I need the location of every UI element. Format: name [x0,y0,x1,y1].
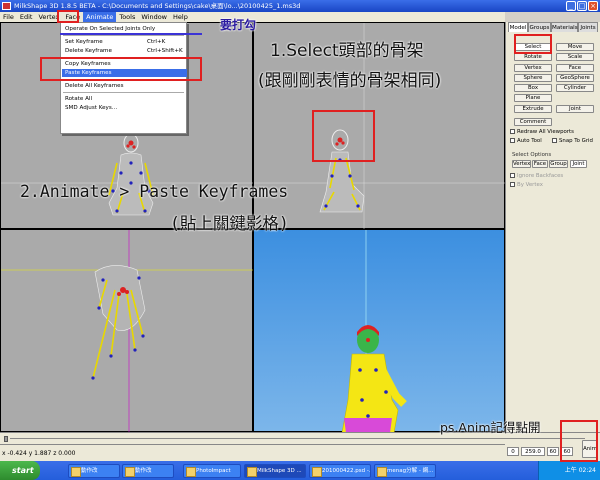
tool-panel: Model Groups Materials Joints Select Mov… [505,22,600,432]
menu-edit[interactable]: Edit [17,12,36,22]
select-mode-joint[interactable]: Joint [570,160,587,168]
clock: 上午 02:24 [564,467,596,474]
start-button[interactable]: start [0,461,40,480]
annotation-step1-note: (跟剛剛表情的骨架相同) [258,71,442,91]
checkbox-box-icon [510,182,515,187]
select-mode-group[interactable]: Group [549,160,568,168]
menu-separator [63,57,184,58]
animate-menu-dropdown: Operate On Selected Joints Only Set Keyf… [60,22,187,134]
move-tool-button[interactable]: Move [556,43,594,51]
frame-start-field[interactable]: 0 [507,447,519,456]
joint-tool-button[interactable]: Joint [556,105,594,113]
checkbox-box-icon [552,138,557,143]
menu-face[interactable]: Face [62,12,83,22]
snap-to-grid-checkbox[interactable]: Snap To Grid [552,137,593,145]
top-model-wireframe [1,230,254,433]
menu-item-delete-keyframe[interactable]: Delete Keyframe Ctrl+Shift+K [65,47,184,55]
scale-tool-button[interactable]: Scale [556,53,594,61]
anim-toggle-button[interactable]: Anim [582,440,598,458]
menu-separator [63,79,184,80]
cylinder-tool-button[interactable]: Cylinder [556,84,594,92]
menu-item-copy-keyframes[interactable]: Copy Keyframes [65,60,184,68]
window-title: MilkShape 3D 1.8.5 BETA - C:\Documents a… [14,2,301,10]
box-tool-button[interactable]: Box [514,84,552,92]
by-vertex-checkbox[interactable]: By Vertex [510,181,543,189]
menu-item-paste-keyframes[interactable]: Paste Keyframes [62,69,187,77]
geosphere-tool-button[interactable]: GeoSphere [556,74,594,82]
rotate-tool-button[interactable]: Rotate [514,53,552,61]
close-button[interactable]: × [588,1,598,11]
menu-help[interactable]: Help [170,12,191,22]
viewport-top[interactable] [0,229,254,433]
face-tool-button[interactable]: Face [556,64,594,72]
minimize-button[interactable]: _ [566,1,576,11]
taskbar-item[interactable]: menag分解 - 網... [374,464,436,478]
viewport-3d[interactable] [253,229,505,434]
extrude-tool-button[interactable]: Extrude [514,105,552,113]
annotation-need-check: 要打勾 [220,18,257,32]
system-tray: 上午 02:24 [538,461,600,480]
menu-item-rotate-all[interactable]: Rotate All [65,95,184,103]
menu-item-smd-adjust-keys[interactable]: SMD Adjust Keys... [65,104,184,112]
timeline-track [10,438,585,439]
select-options-label: Select Options [512,152,552,158]
status-bar: x -0.424 y 1.887 z 0.000 [0,444,505,461]
tab-model[interactable]: Model [508,22,528,32]
annotation-step1-title: 1.Select頭部的骨架 [270,41,424,61]
menu-window[interactable]: Window [138,12,170,22]
taskbar-item[interactable]: PhotoImpact [183,464,241,478]
annotation-ps-note: ps.Anim記得點開 [440,420,541,435]
maximize-button[interactable]: □ [577,1,587,11]
auto-tool-checkbox[interactable]: Auto Tool [510,137,542,145]
timeline-slider-handle[interactable] [4,436,8,442]
menu-item-operate-selected-joints[interactable]: Operate On Selected Joints Only [65,25,184,33]
taskbar-item[interactable]: 動作改 [122,464,174,478]
menu-vertex[interactable]: Vertex [35,12,62,22]
taskbar-item[interactable]: 201000422.psd -... [309,464,371,478]
select-mode-face[interactable]: Face [532,160,548,168]
select-mode-vertex[interactable]: Vertex [512,160,531,168]
checkbox-box-icon [510,173,515,178]
total-frames-field[interactable]: 60 [561,447,573,456]
annotation-step2-note: (貼上關鍵影格) [170,214,289,233]
menu-separator [63,35,184,36]
window-title-bar[interactable]: MilkShape 3D 1.8.5 BETA - C:\Documents a… [0,0,600,12]
ignore-backfaces-checkbox[interactable]: Ignore Backfaces [510,172,563,180]
animation-controls: 0 259.0 60 60 Anim [505,440,600,461]
checkbox-box-icon [510,129,515,134]
menu-item-set-keyframe[interactable]: Set Keyframe Ctrl+K [65,38,184,46]
coordinate-readout: x -0.424 y 1.887 z 0.000 [2,450,76,457]
app-icon [2,2,11,10]
annotation-step2-title: 2.Animate > Paste Keyframes [20,182,289,201]
fps-field[interactable]: 60 [547,447,559,456]
taskbar-item[interactable]: MilkShape 3D ... [244,464,306,478]
redraw-all-checkbox[interactable]: Redraw All Viewports [510,128,574,136]
annotation-underline [60,33,202,35]
frame-end-field[interactable]: 259.0 [521,447,545,456]
menu-tools[interactable]: Tools [116,12,138,22]
tab-groups[interactable]: Groups [528,22,551,32]
select-tool-button[interactable]: Select [514,43,552,51]
taskbar-item[interactable]: 動作改 [68,464,120,478]
menu-animate[interactable]: Animate [83,12,117,22]
menu-item-delete-all-keyframes[interactable]: Delete All Keyframes [65,82,184,90]
3d-model-render [341,230,407,434]
plane-tool-button[interactable]: Plane [514,94,552,102]
vertex-tool-button[interactable]: Vertex [514,64,552,72]
menu-file[interactable]: File [0,12,17,22]
checkbox-box-icon [510,138,515,143]
tab-materials[interactable]: Materials [551,22,578,32]
menu-separator [63,92,184,93]
sphere-tool-button[interactable]: Sphere [514,74,552,82]
tab-joints[interactable]: Joints [578,22,598,32]
comment-tool-button[interactable]: Comment [514,118,552,126]
